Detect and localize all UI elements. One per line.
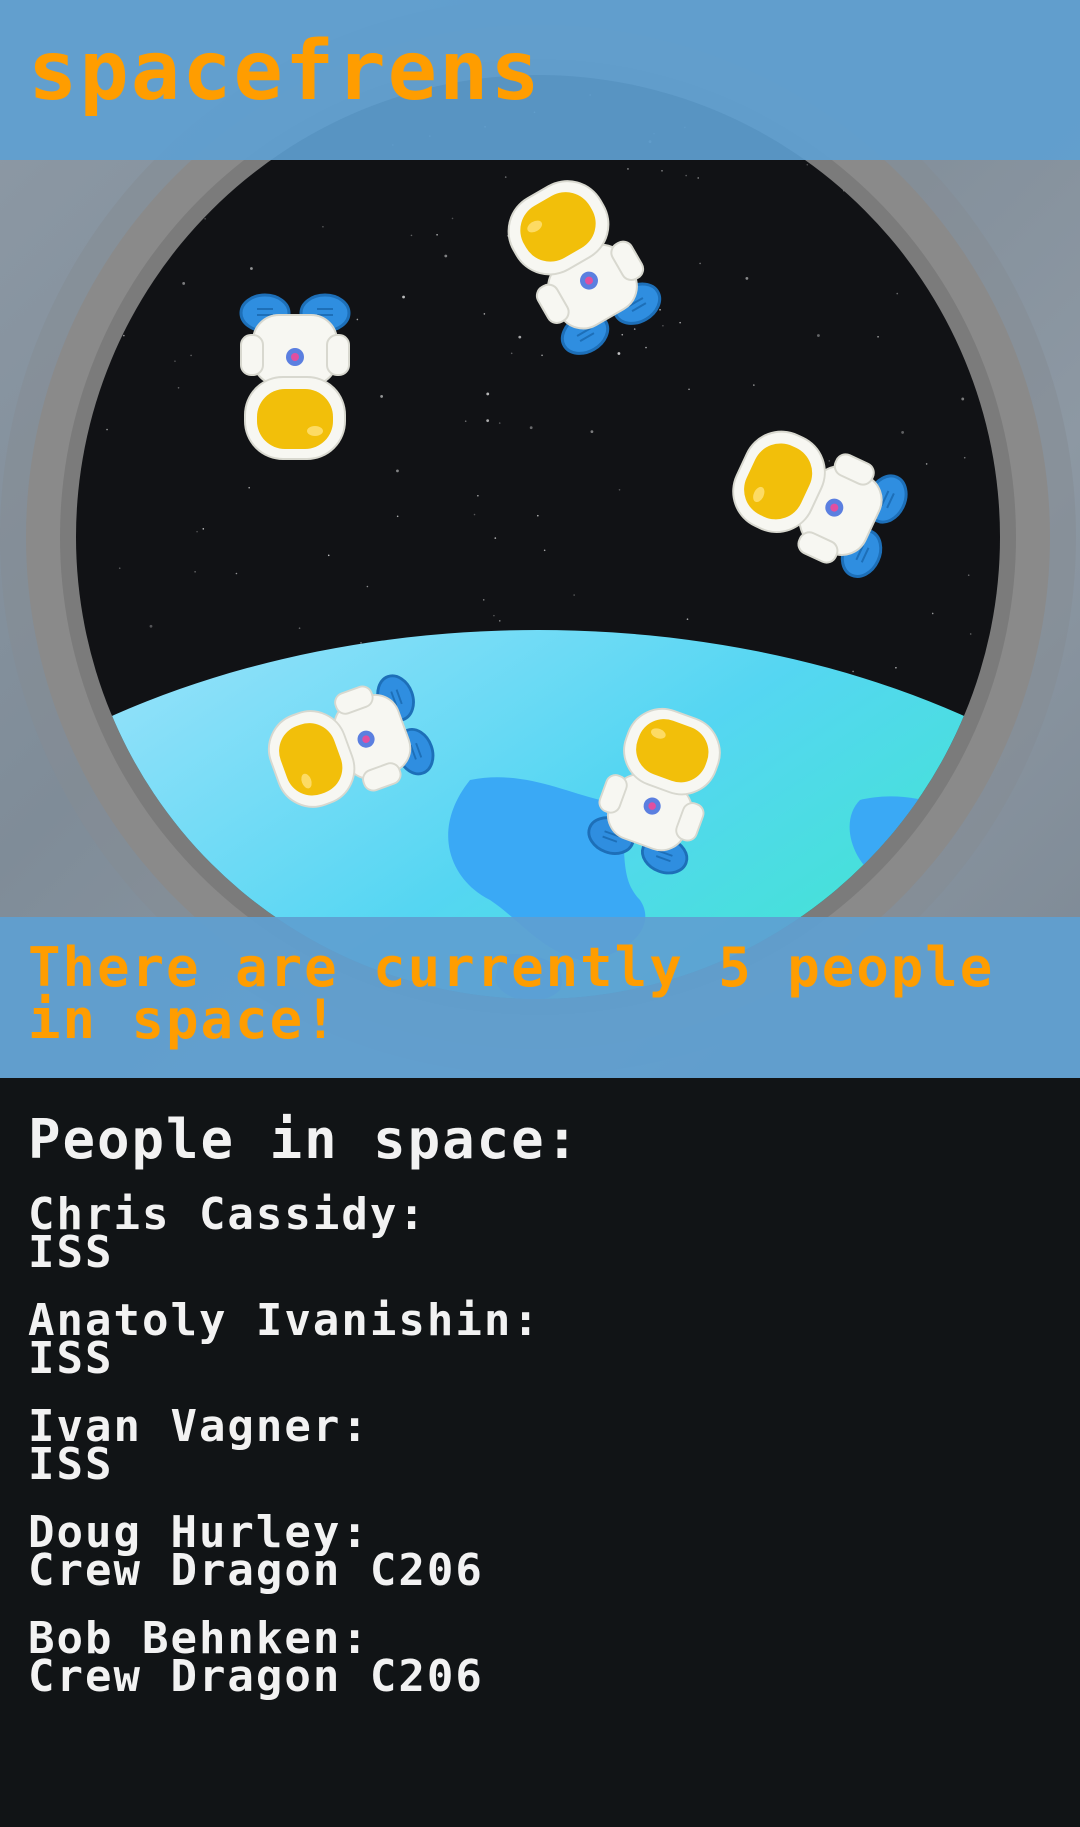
star [617, 352, 621, 355]
star [627, 168, 629, 170]
star [194, 570, 196, 573]
star [969, 633, 972, 635]
star [356, 318, 359, 321]
star [327, 554, 330, 557]
star [235, 572, 238, 575]
star [529, 426, 533, 430]
star [402, 295, 405, 299]
star [537, 514, 539, 517]
star [645, 346, 647, 349]
star [662, 324, 664, 327]
star [498, 620, 501, 622]
star [679, 321, 681, 324]
star [931, 612, 934, 615]
star [196, 530, 198, 533]
star [877, 335, 879, 338]
star [618, 488, 621, 491]
star [688, 388, 690, 391]
star [852, 670, 854, 673]
app-title: spacefrens [28, 24, 542, 119]
header-bar: spacefrens [0, 0, 1080, 160]
star [118, 567, 121, 569]
star [248, 486, 250, 489]
star [925, 463, 928, 465]
star [464, 420, 467, 422]
person-name: Ivan Vagner: [28, 1401, 370, 1452]
star [806, 163, 809, 166]
star [250, 267, 253, 270]
star [486, 419, 490, 423]
list-item: Anatoly Ivanishin: ISS [28, 1295, 1058, 1381]
star [182, 282, 186, 285]
star [444, 254, 448, 258]
star [590, 430, 594, 434]
star [686, 618, 689, 620]
list-item: Chris Cassidy: ISS [28, 1189, 1058, 1275]
star [322, 225, 324, 228]
star [451, 217, 454, 220]
star [298, 627, 301, 629]
star [961, 397, 965, 401]
star [101, 174, 104, 177]
star [482, 599, 485, 601]
list-item: Bob Behnken: Crew Dragon C206 [28, 1617, 1058, 1702]
person-name: Chris Cassidy: [28, 1189, 427, 1240]
star [745, 276, 749, 280]
star [483, 313, 486, 315]
star [204, 218, 206, 220]
star [123, 334, 125, 337]
people-list-heading: People in space: [28, 1108, 581, 1171]
star [106, 428, 108, 431]
people-count-banner: There are currently 5 people in space! [0, 917, 1080, 1078]
star [633, 328, 636, 330]
star [486, 392, 490, 396]
star [498, 422, 501, 424]
star [510, 352, 513, 355]
star [436, 233, 438, 236]
star [396, 515, 399, 518]
person-craft: Crew Dragon C206 [28, 1545, 484, 1596]
star [518, 335, 522, 339]
list-item: Doug Hurley: Crew Dragon C206 [28, 1511, 1058, 1596]
star [396, 469, 399, 473]
star [504, 176, 507, 178]
star [817, 334, 820, 337]
star [380, 395, 384, 398]
star [149, 624, 153, 628]
list-item: Ivan Vagner: ISS [28, 1401, 1058, 1487]
star [661, 169, 663, 172]
people-count-text: There are currently 5 people in space! [28, 936, 995, 1051]
star [190, 354, 192, 357]
star [967, 574, 970, 576]
star [360, 641, 362, 644]
star [699, 262, 701, 265]
star [494, 537, 497, 539]
star [90, 230, 94, 234]
star [621, 333, 624, 336]
star [828, 460, 831, 462]
star [685, 174, 687, 177]
star [174, 360, 176, 362]
star [541, 354, 543, 357]
star [659, 308, 661, 311]
star [963, 456, 966, 459]
star [697, 177, 700, 179]
star [202, 528, 205, 530]
person-craft: Crew Dragon C206 [28, 1651, 484, 1702]
star [366, 585, 369, 588]
star [473, 513, 476, 516]
star [410, 234, 413, 237]
people-list-section: People in space: Chris Cassidy: ISS Anat… [28, 1110, 1058, 1726]
star [901, 431, 905, 434]
star [573, 594, 575, 596]
star [896, 292, 899, 295]
space-window-scene: spacefrens There are currently 5 people … [0, 0, 1080, 1078]
star [895, 666, 897, 669]
star [493, 614, 495, 617]
star [753, 384, 755, 386]
person-name: Anatoly Ivanishin: [28, 1295, 541, 1346]
star [477, 494, 479, 497]
star [543, 549, 546, 552]
star [177, 386, 180, 389]
